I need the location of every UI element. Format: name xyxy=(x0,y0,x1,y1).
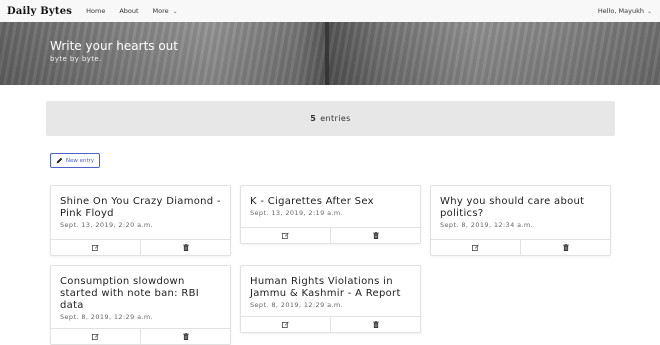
brand-logo[interactable]: Daily Bytes xyxy=(7,6,72,17)
entry-title[interactable]: Consumption slowdown started with note b… xyxy=(60,276,221,312)
entry-date: Sept. 13, 2019, 2:19 a.m. xyxy=(250,209,344,217)
entries-count: 5 xyxy=(310,114,317,123)
edit-button[interactable] xyxy=(51,329,140,344)
entry-card[interactable]: Human Rights Violations in Jammu & Kashm… xyxy=(240,265,421,333)
edit-button[interactable] xyxy=(241,228,330,243)
trash-icon xyxy=(182,333,189,340)
hero-title: Write your hearts out xyxy=(50,39,178,53)
entry-actions xyxy=(51,328,230,344)
pencil-icon xyxy=(56,157,63,164)
chevron-down-icon: ⌄ xyxy=(646,8,652,15)
entry-title[interactable]: Shine On You Crazy Diamond - Pink Floyd xyxy=(60,196,221,220)
entry-date: Sept. 8, 2019, 12:34 a.m. xyxy=(440,221,534,229)
hero-banner: Write your hearts out byte by byte. xyxy=(0,22,660,85)
new-entry-label: New entry xyxy=(65,157,95,164)
user-greeting: Hello, Mayukh xyxy=(597,7,644,15)
hero-subtitle: byte by byte. xyxy=(50,55,102,63)
entry-actions xyxy=(431,239,610,255)
entry-title[interactable]: Human Rights Violations in Jammu & Kashm… xyxy=(250,276,411,300)
edit-icon xyxy=(92,333,99,340)
edit-icon xyxy=(282,232,289,239)
entry-actions xyxy=(241,227,420,243)
edit-button[interactable] xyxy=(431,240,520,255)
delete-button[interactable] xyxy=(330,228,420,243)
trash-icon xyxy=(562,244,569,251)
delete-button[interactable] xyxy=(330,317,420,332)
nav-link-more-label: More xyxy=(152,7,169,15)
trash-icon xyxy=(182,244,189,251)
entry-actions xyxy=(51,239,230,255)
entry-card[interactable]: K - Cigarettes After Sex Sept. 13, 2019,… xyxy=(240,185,421,244)
entry-date: Sept. 8, 2019, 12:29 a.m. xyxy=(60,313,154,321)
entry-actions xyxy=(241,316,420,332)
trash-icon xyxy=(372,321,379,328)
delete-button[interactable] xyxy=(140,329,230,344)
chevron-down-icon: ⌄ xyxy=(172,8,178,15)
delete-button[interactable] xyxy=(520,240,610,255)
delete-button[interactable] xyxy=(140,240,230,255)
entries-count-bar: 5 entries xyxy=(46,101,615,136)
new-entry-button[interactable]: New entry xyxy=(50,153,100,168)
entry-title[interactable]: K - Cigarettes After Sex xyxy=(250,196,411,208)
edit-button[interactable] xyxy=(51,240,140,255)
edit-button[interactable] xyxy=(241,317,330,332)
trash-icon xyxy=(372,232,379,239)
nav-dropdown-more[interactable]: More ⌄ xyxy=(153,7,178,15)
nav-links: Home About More ⌄ xyxy=(86,7,192,15)
entries-label: entries xyxy=(320,114,351,123)
nav-link-home[interactable]: Home xyxy=(86,7,105,15)
user-menu[interactable]: Hello, Mayukh ⌄ xyxy=(598,7,652,15)
entry-card[interactable]: Why you should care about politics? Sept… xyxy=(430,185,611,256)
edit-icon xyxy=(92,244,99,251)
entry-date: Sept. 8, 2019, 12:29 a.m. xyxy=(250,301,344,309)
entry-title[interactable]: Why you should care about politics? xyxy=(440,196,601,220)
entry-card[interactable]: Shine On You Crazy Diamond - Pink Floyd … xyxy=(50,185,231,256)
edit-icon xyxy=(282,321,289,328)
entry-date: Sept. 13, 2019, 2:20 a.m. xyxy=(60,221,154,229)
edit-icon xyxy=(472,244,479,251)
nav-link-about[interactable]: About xyxy=(119,7,138,15)
navbar: Daily Bytes Home About More ⌄ Hello, Mayu… xyxy=(0,0,660,23)
entry-card[interactable]: Consumption slowdown started with note b… xyxy=(50,265,231,345)
